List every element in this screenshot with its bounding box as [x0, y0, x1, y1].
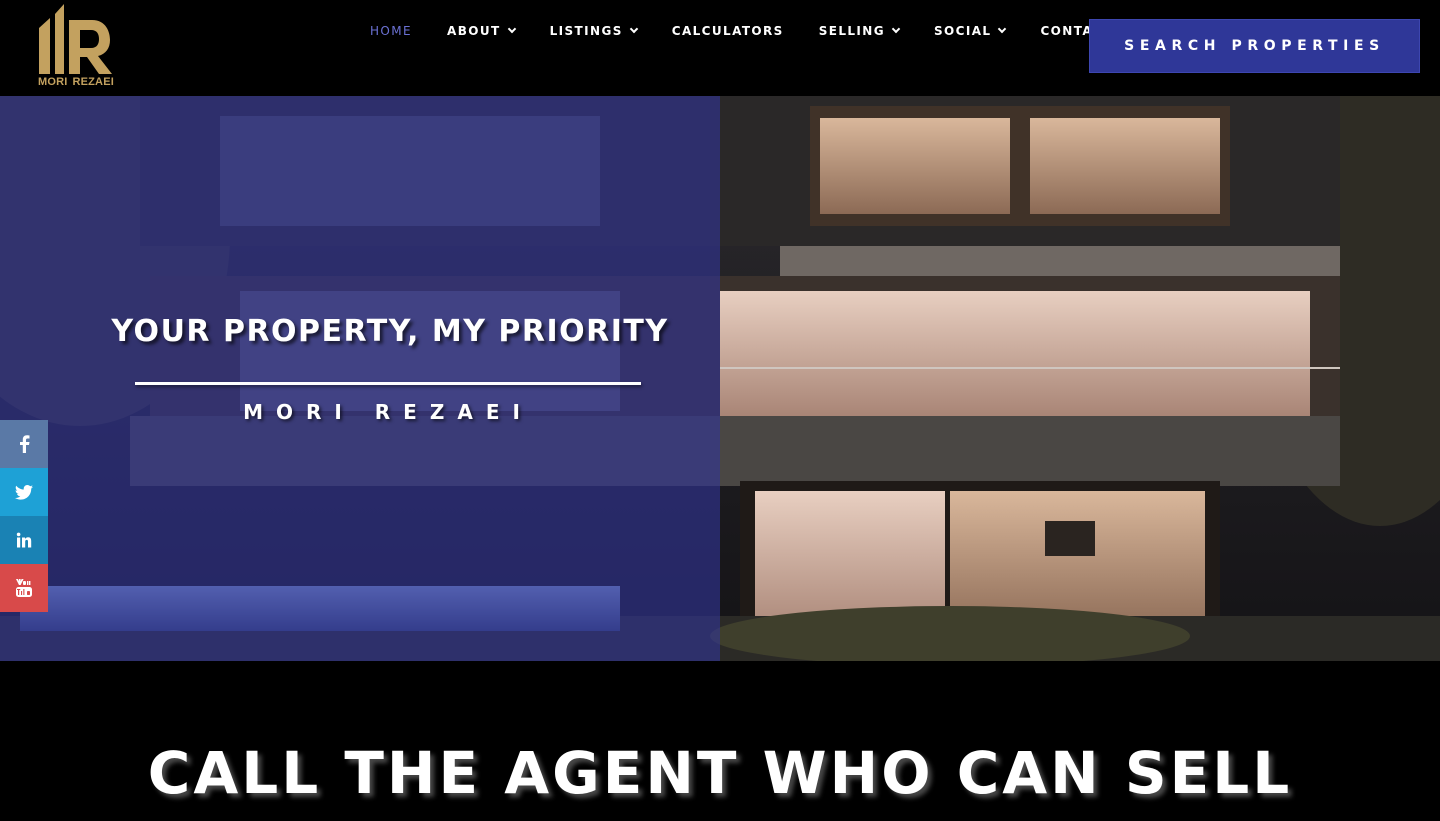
nav-social[interactable]: SOCIAL: [934, 24, 1007, 38]
nav-listings-label: LISTINGS: [549, 24, 623, 38]
hero-title: YOUR PROPERTY, MY PRIORITY: [111, 314, 669, 349]
nav-selling-label: SELLING: [818, 24, 885, 38]
chevron-down-icon: [891, 24, 901, 34]
facebook-button[interactable]: [0, 420, 48, 468]
nav-calculators-label: CALCULATORS: [671, 24, 784, 38]
youtube-icon: [16, 579, 32, 597]
chevron-down-icon: [507, 24, 516, 34]
linkedin-icon: [16, 532, 32, 548]
nav-social-label: SOCIAL: [934, 24, 992, 38]
twitter-icon: [15, 484, 33, 500]
linkedin-button[interactable]: [0, 516, 48, 564]
nav-home-label: HOME: [370, 24, 413, 38]
section-heading: CALL THE AGENT WHO CAN SELL: [147, 739, 1293, 807]
hero-blue-overlay: [0, 96, 720, 661]
logo-text: MORI REZAEI: [38, 76, 114, 88]
cta-section: CALL THE AGENT WHO CAN SELL: [0, 661, 1440, 821]
social-sidebar: [0, 420, 48, 612]
logo-text-last: REZAEI: [72, 76, 114, 88]
hero-subtitle: MORI REZAEI: [243, 400, 533, 424]
facebook-icon: [20, 435, 30, 453]
main-nav: HOME ABOUT LISTINGS CALCULATORS SELLING …: [370, 24, 1113, 38]
site-header: MORI REZAEI HOME ABOUT LISTINGS CALCULAT…: [0, 0, 1440, 96]
logo-text-first: MORI: [38, 76, 68, 88]
twitter-button[interactable]: [0, 468, 48, 516]
hero-banner: YOUR PROPERTY, MY PRIORITY MORI REZAEI: [0, 96, 1440, 661]
nav-listings[interactable]: LISTINGS: [549, 24, 638, 38]
nav-calculators[interactable]: CALCULATORS: [672, 24, 784, 38]
nav-about-label: ABOUT: [447, 24, 501, 38]
hero-divider: [135, 382, 641, 385]
chevron-down-icon: [629, 24, 638, 34]
search-properties-button[interactable]: SEARCH PROPERTIES: [1089, 19, 1420, 73]
nav-selling[interactable]: SELLING: [818, 24, 901, 38]
chevron-down-icon: [998, 24, 1007, 34]
nav-home[interactable]: HOME: [370, 24, 412, 38]
youtube-button[interactable]: [0, 564, 48, 612]
nav-about[interactable]: ABOUT: [447, 24, 516, 38]
